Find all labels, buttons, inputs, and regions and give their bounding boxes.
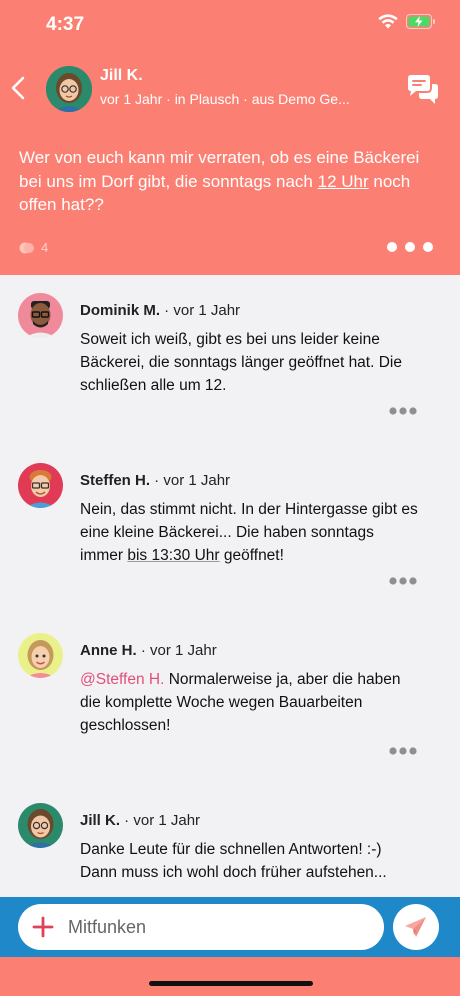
post-meta: vor 1 Jahr · in Plausch · aus Demo Ge... xyxy=(100,91,350,107)
battery-charging-icon xyxy=(406,14,435,29)
comment-header: Steffen H. · vor 1 Jahr xyxy=(80,472,231,489)
more-dots-icon xyxy=(389,747,417,755)
post-question: Wer von euch kann mir verraten, ob es ei… xyxy=(19,146,439,217)
more-dots-icon xyxy=(389,407,417,415)
home-indicator[interactable] xyxy=(149,981,313,986)
message-input[interactable]: Mitfunken xyxy=(18,904,384,950)
comment-more-button[interactable] xyxy=(389,402,417,420)
comment-header: Jill K. · vor 1 Jahr xyxy=(80,812,201,829)
send-button[interactable] xyxy=(393,904,439,950)
post-text-highlight[interactable]: 12 Uhr xyxy=(318,172,369,191)
more-dots-icon xyxy=(387,242,433,252)
comment-text-part: geöffnet! xyxy=(219,547,284,564)
input-placeholder: Mitfunken xyxy=(68,917,147,937)
comment-author[interactable]: Jill K. xyxy=(80,812,120,829)
avatar-illustration xyxy=(46,66,92,112)
author-avatar[interactable] xyxy=(46,66,92,112)
avatar-illustration xyxy=(18,633,63,678)
avatar-illustration xyxy=(18,803,63,848)
back-button[interactable] xyxy=(6,70,30,106)
comment-avatar[interactable] xyxy=(18,633,63,678)
post-more-button[interactable] xyxy=(386,240,434,258)
comment-avatar[interactable] xyxy=(18,803,63,848)
comment-time: vor 1 Jahr xyxy=(150,642,217,659)
comment-header: Anne H. · vor 1 Jahr xyxy=(80,642,217,659)
status-time: 4:37 xyxy=(46,14,85,35)
comment-author[interactable]: Anne H. xyxy=(80,642,137,659)
status-bar: 4:37 xyxy=(0,0,460,50)
header-nav: Jill K. vor 1 Jahr · in Plausch · aus De… xyxy=(0,62,460,118)
comment-text-highlight[interactable]: bis 13:30 Uhr xyxy=(127,547,219,564)
chevron-left-icon xyxy=(11,76,25,100)
comment-avatar[interactable] xyxy=(18,463,63,508)
comment-time: vor 1 Jahr xyxy=(133,812,201,829)
composer-bar: Mitfunken xyxy=(0,897,460,957)
chat-button[interactable] xyxy=(404,72,440,108)
comment-list[interactable]: Dominik M. · vor 1 Jahr Soweit ich weiß,… xyxy=(0,275,460,897)
comment-text: Danke Leute für die schnellen Antworten!… xyxy=(80,841,387,881)
bottom-safe-area xyxy=(0,957,460,996)
comment-author[interactable]: Dominik M. xyxy=(80,302,160,319)
more-dots-icon xyxy=(389,577,417,585)
comment-avatar[interactable] xyxy=(18,293,63,338)
comment-time: vor 1 Jahr xyxy=(163,472,231,489)
author-name[interactable]: Jill K. xyxy=(100,67,143,85)
reaction-count: 4 xyxy=(41,240,49,255)
comment-text: Soweit ich weiß, gibt es bei uns leider … xyxy=(80,331,402,394)
wifi-icon xyxy=(378,14,398,29)
comment-author[interactable]: Steffen H. xyxy=(80,472,150,489)
reactions[interactable]: 4 xyxy=(19,240,48,255)
mention-link[interactable]: @Steffen H. xyxy=(80,671,164,688)
plus-icon xyxy=(32,916,54,938)
avatar-illustration xyxy=(18,293,63,338)
comment-header: Dominik M. · vor 1 Jahr xyxy=(80,302,241,319)
reaction-icon xyxy=(19,242,34,253)
comment-text: @Steffen H. Normalerweise ja, aber die h… xyxy=(80,668,420,737)
speech-bubbles-icon xyxy=(408,75,438,104)
attach-button[interactable] xyxy=(28,912,58,942)
paper-plane-icon xyxy=(405,917,426,937)
comment-more-button[interactable] xyxy=(389,572,417,590)
comment-more-button[interactable] xyxy=(389,742,417,760)
avatar-illustration xyxy=(18,463,63,508)
comment-text: Nein, das stimmt nicht. In der Hintergas… xyxy=(80,498,420,567)
status-icons xyxy=(378,14,436,29)
post-header: 4:37 Jill K. vor 1 Jahr · in Plausch · a… xyxy=(0,0,460,275)
comment-time: vor 1 Jahr xyxy=(173,302,241,319)
